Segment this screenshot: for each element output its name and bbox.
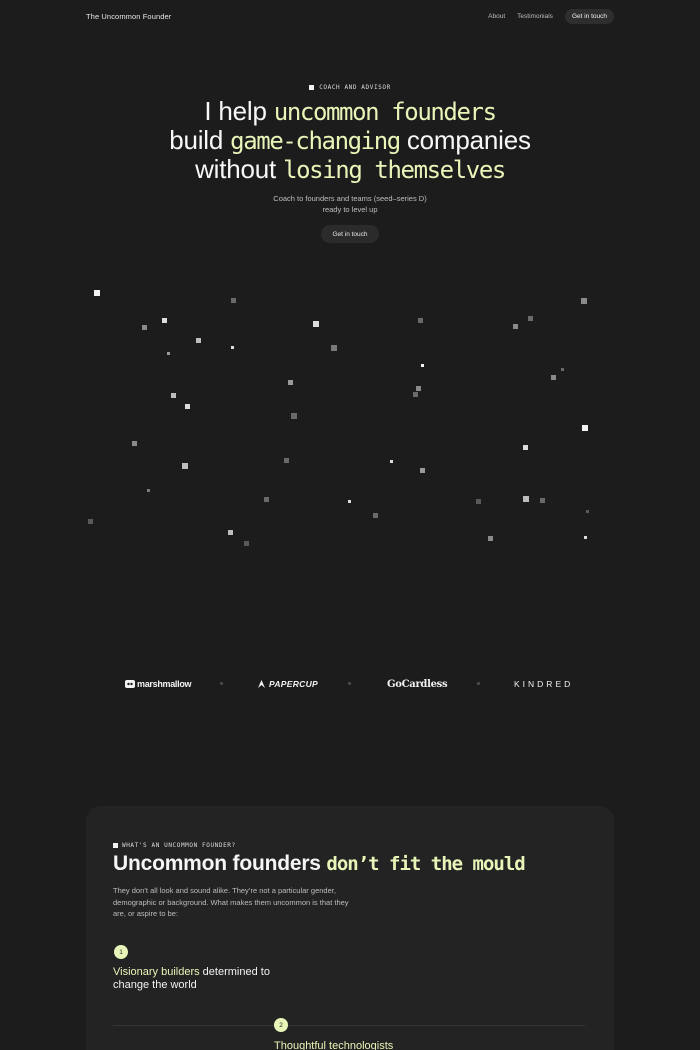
logo-separator-dot [220,682,223,685]
item-number-badge: 2 [274,1018,288,1032]
gocardless-logo: GoCardless [387,678,448,690]
hero-get-in-touch-button[interactable]: Get in touch [321,225,379,243]
square-bullet-icon [309,85,315,90]
pixel-particle [421,364,424,367]
pixel-particle [291,413,297,419]
item-1-accent: Visionary builders [113,966,200,978]
brand-logo[interactable]: The Uncommon Founder [86,12,171,21]
item-1-text: Visionary builders determined to change … [113,966,283,992]
pixel-particle [551,375,556,380]
headline-line-3: without losing themselves [0,155,700,184]
kindred-logo: KINDRED [514,679,574,689]
section-divider [113,1025,585,1026]
section-title-accent: don’t fit the mould [326,853,525,875]
pixel-particle [488,536,493,541]
uncommon-founder-card: WHAT'S AN UNCOMMON FOUNDER? Uncommon fou… [86,806,614,1050]
pixel-particle [523,445,528,450]
headline-line-1-accent: uncommon founders [273,98,497,126]
item-number-badge: 1 [114,945,128,959]
nav-link-testimonials[interactable]: Testimonials [517,13,553,20]
hero-subtitle-line-2: ready to level up [322,205,378,214]
section-title: Uncommon founders don’t fit the mould [113,852,526,876]
headline-line-2-plain-a: build [169,125,231,155]
papercup-logo: PAPERCUP [257,676,318,692]
pixel-particle [582,425,588,431]
logo-separator-dot [348,682,351,685]
section-eyebrow-label: WHAT'S AN UNCOMMON FOUNDER? [122,842,236,849]
pixel-particle [196,338,201,343]
pixel-particle [390,460,393,463]
nav-links: About Testimonials Get in touch [488,8,614,24]
pixel-particle [231,346,234,349]
pixel-particle [88,519,93,524]
pixel-particle [584,536,587,539]
hero-subtitle: Coach to founders and teams (seed–series… [0,193,700,215]
top-nav: The Uncommon Founder About Testimonials … [86,8,614,24]
pixel-particle [228,530,233,535]
hero-subtitle-line-1: Coach to founders and teams (seed–series… [273,194,427,203]
pixel-particle [523,496,529,502]
pixel-particle [528,316,533,321]
square-bullet-icon [113,843,118,848]
pixel-particle [561,368,564,371]
pixel-particle [413,392,418,397]
nav-get-in-touch-button[interactable]: Get in touch [564,8,614,24]
pixel-particle [581,298,587,304]
pixel-particle [373,513,378,518]
pixel-particle [147,489,150,492]
pixel-particle [331,345,337,351]
pixel-particle [284,458,289,463]
pixel-particle [142,325,147,330]
item-2-text: Thoughtful technologists [274,1040,474,1050]
pixel-particle [476,499,481,504]
pixel-particle [132,441,137,446]
section-title-plain: Uncommon founders [113,852,327,875]
headline-line-2-accent: game-changing [230,127,401,155]
pixel-particle [162,318,167,323]
hero-headline: I help uncommon founders build game-chan… [0,97,700,184]
pixel-particle [313,321,319,327]
headline-line-2: build game-changing companies [0,126,700,155]
page: The Uncommon Founder About Testimonials … [0,0,700,1050]
hero-eyebrow-label: COACH AND ADVISOR [319,84,391,91]
hero-eyebrow: COACH AND ADVISOR [0,84,700,91]
pixel-particle [182,463,188,469]
section-body: They don’t all look and sound alike. The… [113,886,349,918]
logo-separator-dot [477,682,480,685]
pixel-particle [94,290,100,296]
headline-line-2-plain-b: companies [399,125,531,155]
pixel-particle [171,393,176,398]
marshmallow-wordmark: marshmallow [137,679,192,689]
pixel-particle [288,380,293,385]
pixel-particle [513,324,518,329]
pixel-particle [167,352,170,355]
pixel-particle [348,500,351,503]
pixel-particle [231,298,236,303]
papercup-mark-icon [258,680,265,688]
marshmallow-logo: marshmallow [125,676,192,692]
nav-link-about[interactable]: About [488,13,505,20]
headline-line-3-plain: without [195,154,284,184]
pixel-particle [244,541,249,546]
headline-line-1-plain: I help [204,96,274,126]
pixel-particle [540,498,545,503]
section-eyebrow: WHAT'S AN UNCOMMON FOUNDER? [113,842,236,849]
pixel-particle [418,318,423,323]
pixel-particle [586,510,589,513]
pixel-particle [420,468,425,473]
pixel-particle-field [85,285,615,555]
headline-line-3-accent: losing themselves [283,156,506,184]
pixel-particle [185,404,190,409]
item-2-accent: Thoughtful technologists [274,1040,394,1050]
pixel-particle [264,497,269,502]
papercup-wordmark: PAPERCUP [269,679,319,689]
headline-line-1: I help uncommon founders [0,97,700,126]
marshmallow-mark-icon [125,680,135,688]
pixel-particle [416,386,421,391]
